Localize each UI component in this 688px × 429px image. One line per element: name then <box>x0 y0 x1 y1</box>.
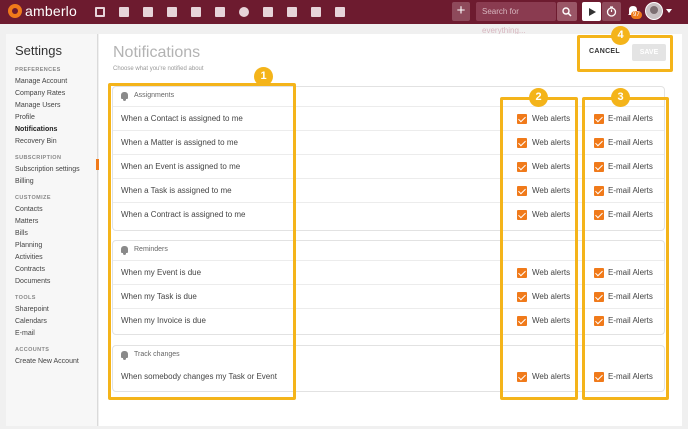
amberlo-logo[interactable]: amberlo <box>8 3 77 19</box>
sidebar-item-sharepoint[interactable]: Sharepoint <box>15 306 49 313</box>
matters-icon[interactable] <box>140 4 156 20</box>
annotation-marker-4: 4 <box>611 26 630 45</box>
sidebar-item-activities[interactable]: Activities <box>15 254 43 261</box>
stopwatch-icon <box>606 6 617 17</box>
documents-icon[interactable] <box>164 4 180 20</box>
email-icon[interactable] <box>308 4 324 20</box>
logo-text: amberlo <box>25 3 77 19</box>
start-timer-button[interactable] <box>582 2 601 21</box>
sidebar-item-bills[interactable]: Bills <box>15 230 28 237</box>
folder-icon[interactable] <box>260 4 276 20</box>
sidebar-section-tools: TOOLS <box>15 295 36 301</box>
main-nav <box>92 4 348 20</box>
stopwatch-button[interactable] <box>602 2 621 21</box>
sidebar-item-create-new-account[interactable]: Create New Account <box>15 358 79 365</box>
sidebar-item-recovery-bin[interactable]: Recovery Bin <box>15 138 57 145</box>
annotation-box-1 <box>108 83 296 400</box>
user-menu-chevron-down-icon[interactable] <box>666 9 672 13</box>
search-icon <box>562 6 572 17</box>
add-button[interactable]: + <box>452 2 470 21</box>
annotation-box-2 <box>500 97 578 400</box>
sidebar-item-manage-users[interactable]: Manage Users <box>15 102 61 109</box>
billing-icon[interactable] <box>188 4 204 20</box>
calendar-icon[interactable] <box>212 4 228 20</box>
search-input[interactable]: Search for everything... <box>476 2 556 35</box>
settings-sidebar: Settings PREFERENCES Manage Account Comp… <box>6 34 99 426</box>
sidebar-item-contacts[interactable]: Contacts <box>15 206 43 213</box>
sidebar-section-accounts: ACCOUNTS <box>15 347 50 353</box>
sidebar-item-planning[interactable]: Planning <box>15 242 42 249</box>
sidebar-item-email[interactable]: E-mail <box>15 330 35 337</box>
notification-count-badge: 97 <box>631 11 642 19</box>
annotation-box-3 <box>582 97 669 400</box>
files-icon[interactable] <box>284 4 300 20</box>
page-title: Notifications <box>113 44 201 61</box>
sidebar-item-profile[interactable]: Profile <box>15 114 35 121</box>
sidebar-item-notifications[interactable]: Notifications <box>15 126 57 133</box>
sidebar-item-contracts[interactable]: Contracts <box>15 266 45 273</box>
annotation-marker-1: 1 <box>254 67 273 86</box>
search-button[interactable] <box>557 2 577 21</box>
contacts-icon[interactable] <box>116 4 132 20</box>
sidebar-item-billing[interactable]: Billing <box>15 178 34 185</box>
sidebar-item-manage-account[interactable]: Manage Account <box>15 78 67 85</box>
dashboard-icon[interactable] <box>92 4 108 20</box>
play-icon <box>588 7 596 16</box>
user-avatar[interactable] <box>645 2 663 20</box>
sidebar-title: Settings <box>15 43 62 58</box>
logo-mark-icon <box>8 4 22 18</box>
sidebar-item-calendars[interactable]: Calendars <box>15 318 47 325</box>
time-icon[interactable] <box>236 4 252 20</box>
sidebar-item-subscription-settings[interactable]: Subscription settings <box>15 166 80 173</box>
sidebar-item-documents[interactable]: Documents <box>15 278 50 285</box>
sidebar-section-customize: CUSTOMIZE <box>15 195 51 201</box>
sidebar-item-matters[interactable]: Matters <box>15 218 38 225</box>
sidebar-section-preferences: PREFERENCES <box>15 67 61 73</box>
reports-icon[interactable] <box>332 4 348 20</box>
sidebar-item-company-rates[interactable]: Company Rates <box>15 90 65 97</box>
annotation-marker-2: 2 <box>529 88 548 107</box>
sidebar-section-subscription: SUBSCRIPTION <box>15 155 62 161</box>
page-subtitle: Choose what you're notified about <box>113 66 204 72</box>
annotation-marker-3: 3 <box>611 88 630 107</box>
top-bar: amberlo + Search for everything... 97 <box>0 0 688 35</box>
